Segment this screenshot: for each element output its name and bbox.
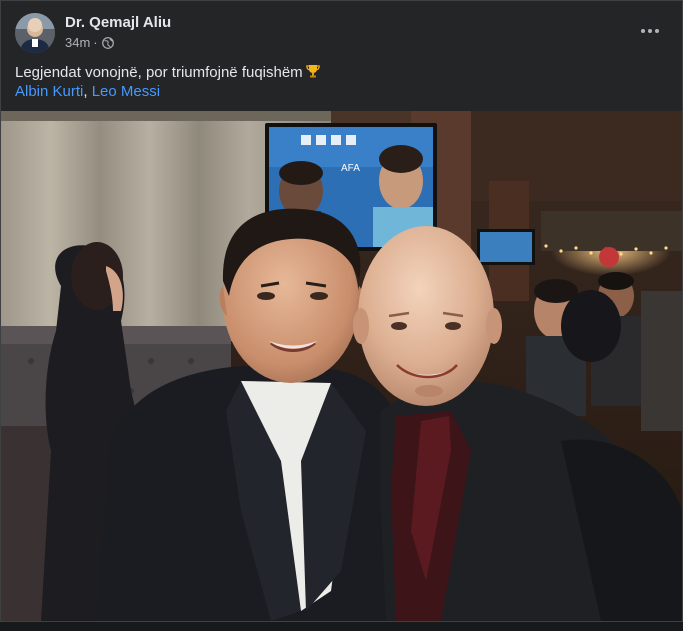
post-photo[interactable]: AFA <box>1 111 682 621</box>
tagged-people: Albin Kurti, Leo Messi <box>15 82 160 102</box>
tag-separator: , <box>83 83 92 100</box>
tv-badge: AFA <box>341 163 360 174</box>
post-message-text: Legjendat vonojnë, por triumfojnë fuqish… <box>15 64 303 81</box>
post-meta: 34m · <box>65 35 114 50</box>
tag-leo-messi[interactable]: Leo Messi <box>92 83 160 100</box>
post-timestamp[interactable]: 34m <box>65 35 90 50</box>
tag-albin-kurti[interactable]: Albin Kurti <box>15 83 83 100</box>
author-avatar[interactable] <box>15 13 55 53</box>
feed-post: Dr. Qemajl Aliu 34m · Legjendat vonojnë,… <box>0 0 683 622</box>
post-header: Dr. Qemajl Aliu 34m · <box>1 1 682 57</box>
more-options-icon[interactable] <box>634 15 666 47</box>
meta-separator: · <box>93 35 98 50</box>
globe-icon[interactable] <box>101 36 114 49</box>
author-name[interactable]: Dr. Qemajl Aliu <box>65 14 171 31</box>
trophy-icon <box>305 63 321 85</box>
